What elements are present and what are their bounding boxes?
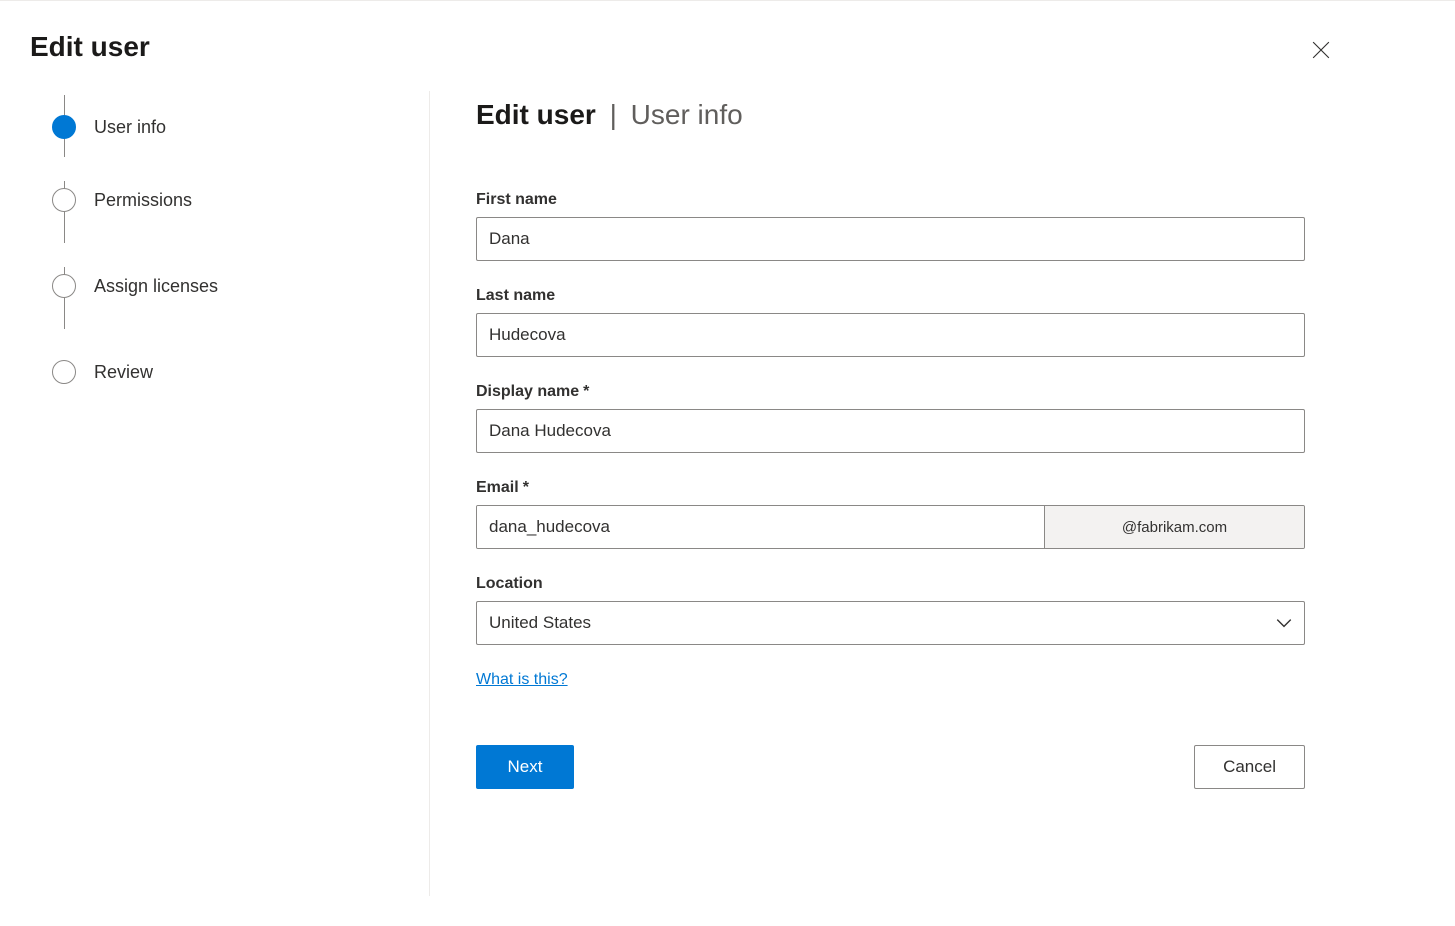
first-name-input[interactable] <box>476 217 1305 261</box>
close-icon <box>1312 41 1330 62</box>
email-input-group: @fabrikam.com <box>476 505 1305 549</box>
step-circle-icon <box>52 360 76 384</box>
step-review[interactable]: Review <box>52 329 429 415</box>
close-button[interactable] <box>1305 35 1337 67</box>
what-is-this-link[interactable]: What is this? <box>476 671 568 689</box>
wizard-stepper: User info Permissions Assign licenses Re… <box>30 91 430 896</box>
step-circle-icon <box>52 188 76 212</box>
display-name-label-text: Display name <box>476 383 579 400</box>
content-area: Edit user | User info First name Last na… <box>430 91 1425 896</box>
step-label: User info <box>94 117 166 138</box>
location-select[interactable] <box>476 601 1305 645</box>
email-alias-input[interactable] <box>477 506 1044 548</box>
cancel-button[interactable]: Cancel <box>1194 745 1305 789</box>
panel-body: User info Permissions Assign licenses Re… <box>30 91 1425 896</box>
content-title: Edit user | User info <box>476 99 1305 131</box>
panel-title: Edit user <box>30 31 150 63</box>
first-name-label: First name <box>476 191 1305 209</box>
wizard-footer: Next Cancel <box>476 745 1305 789</box>
last-name-input[interactable] <box>476 313 1305 357</box>
step-circle-icon <box>52 274 76 298</box>
display-name-input[interactable] <box>476 409 1305 453</box>
location-select-wrap <box>476 601 1305 645</box>
step-label: Review <box>94 362 153 383</box>
required-asterisk: * <box>523 479 529 496</box>
field-last-name: Last name <box>476 287 1305 357</box>
content-title-main: Edit user <box>476 99 596 130</box>
step-label: Permissions <box>94 190 192 211</box>
content-title-separator: | <box>610 99 617 130</box>
field-first-name: First name <box>476 191 1305 261</box>
location-label: Location <box>476 575 1305 593</box>
email-domain-text: @fabrikam.com <box>1122 519 1227 536</box>
email-domain-select[interactable]: @fabrikam.com <box>1044 506 1304 548</box>
step-label: Assign licenses <box>94 276 218 297</box>
step-circle-icon <box>52 115 76 139</box>
content-title-sub: User info <box>631 99 743 130</box>
email-label-text: Email <box>476 479 519 496</box>
step-user-info[interactable]: User info <box>52 97 429 157</box>
field-display-name: Display name* <box>476 383 1305 453</box>
next-button[interactable]: Next <box>476 745 574 789</box>
last-name-label: Last name <box>476 287 1305 305</box>
required-asterisk: * <box>583 383 589 400</box>
panel-header: Edit user <box>30 31 1425 67</box>
field-email: Email* @fabrikam.com <box>476 479 1305 549</box>
edit-user-panel: Edit user User info Permissions Assign l… <box>0 0 1455 926</box>
step-permissions[interactable]: Permissions <box>52 157 429 243</box>
email-label: Email* <box>476 479 1305 497</box>
step-assign-licenses[interactable]: Assign licenses <box>52 243 429 329</box>
field-location: Location <box>476 575 1305 645</box>
display-name-label: Display name* <box>476 383 1305 401</box>
